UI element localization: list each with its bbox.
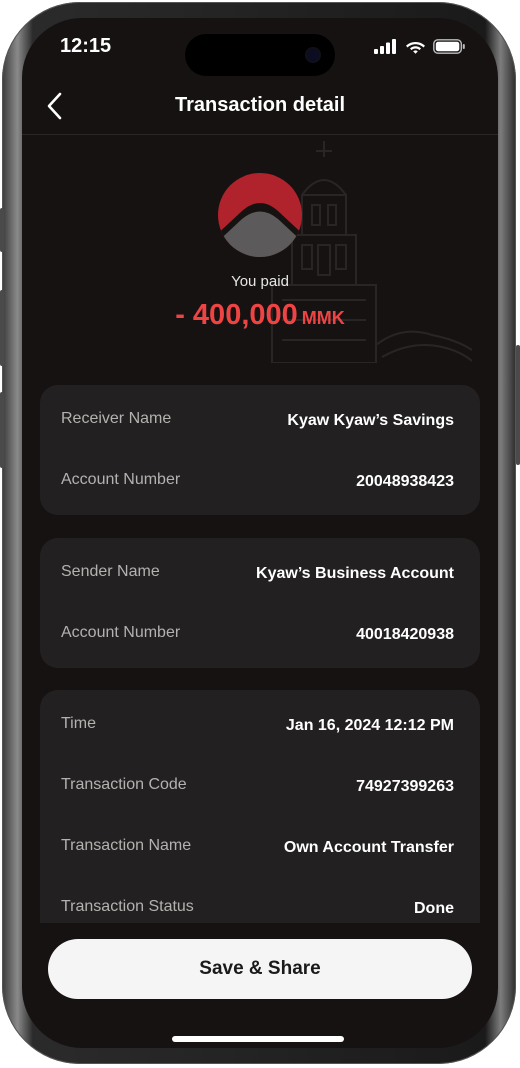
- amount-value: - 400,000: [175, 299, 298, 331]
- transaction-name-label: Transaction Name: [61, 837, 192, 854]
- time-value: Jan 16, 2024 12:12 PM: [285, 717, 454, 734]
- sender-name-value: Kyaw’s Business Account: [256, 565, 454, 582]
- time-row: Time Jan 16, 2024 12:12 PM: [40, 715, 480, 745]
- app-screen: 12:15 Transaction detail You paid - 400,…: [22, 18, 498, 1048]
- status-bar: 12:15: [22, 18, 498, 76]
- bank-logo-icon: [218, 173, 302, 257]
- receiver-account-value: 20048938423: [356, 473, 454, 490]
- volume-up-button: [0, 290, 4, 366]
- transaction-status-row: Transaction Status Done: [40, 898, 480, 923]
- sender-account-value: 40018420938: [356, 626, 454, 643]
- save-share-button[interactable]: Save & Share: [48, 939, 472, 999]
- transaction-status-label: Transaction Status: [61, 898, 194, 915]
- status-time: 12:15: [60, 35, 112, 57]
- sender-card: Sender Name Kyaw’s Business Account Acco…: [40, 538, 480, 668]
- page-title: Transaction detail: [174, 94, 346, 116]
- home-indicator[interactable]: [172, 1036, 344, 1042]
- transaction-code-label: Transaction Code: [61, 776, 187, 793]
- navigation-bar: Transaction detail: [22, 76, 498, 135]
- front-camera: [305, 47, 321, 63]
- sender-account-row: Account Number 40018420938: [40, 624, 480, 654]
- transaction-name-row: Transaction Name Own Account Transfer: [40, 837, 480, 867]
- amount-currency: MMK: [301, 308, 345, 328]
- status-icons: [374, 39, 466, 54]
- receiver-card: Receiver Name Kyaw Kyaw’s Savings Accoun…: [40, 385, 480, 515]
- payment-summary: You paid - 400,000 MMK: [22, 135, 498, 363]
- sender-name-row: Sender Name Kyaw’s Business Account: [40, 563, 480, 593]
- transaction-details-card: Time Jan 16, 2024 12:12 PM Transaction C…: [40, 690, 480, 923]
- transaction-code-row: Transaction Code 74927399263: [40, 776, 480, 806]
- receiver-name-value: Kyaw Kyaw’s Savings: [287, 412, 454, 429]
- wifi-icon: [406, 42, 425, 54]
- paid-label: You paid: [231, 273, 289, 290]
- paid-amount: - 400,000 MMK: [22, 299, 498, 332]
- transaction-status-value: Done: [414, 900, 454, 917]
- power-button: [516, 345, 520, 465]
- battery-icon: [433, 39, 465, 54]
- details-scroll-area[interactable]: Receiver Name Kyaw Kyaw’s Savings Accoun…: [22, 363, 498, 923]
- sender-name-label: Sender Name: [61, 563, 160, 580]
- receiver-name-label: Receiver Name: [61, 410, 172, 427]
- sender-account-label: Account Number: [61, 624, 181, 641]
- action-button: [0, 208, 4, 252]
- volume-down-button: [0, 392, 4, 468]
- time-label: Time: [61, 715, 96, 732]
- receiver-account-label: Account Number: [61, 471, 181, 488]
- receiver-account-row: Account Number 20048938423: [40, 471, 480, 501]
- dynamic-island: [185, 34, 335, 76]
- receiver-name-row: Receiver Name Kyaw Kyaw’s Savings: [40, 410, 480, 440]
- cellular-signal-icon: [374, 39, 396, 54]
- transaction-code-value: 74927399263: [356, 778, 454, 795]
- transaction-name-value: Own Account Transfer: [283, 839, 454, 856]
